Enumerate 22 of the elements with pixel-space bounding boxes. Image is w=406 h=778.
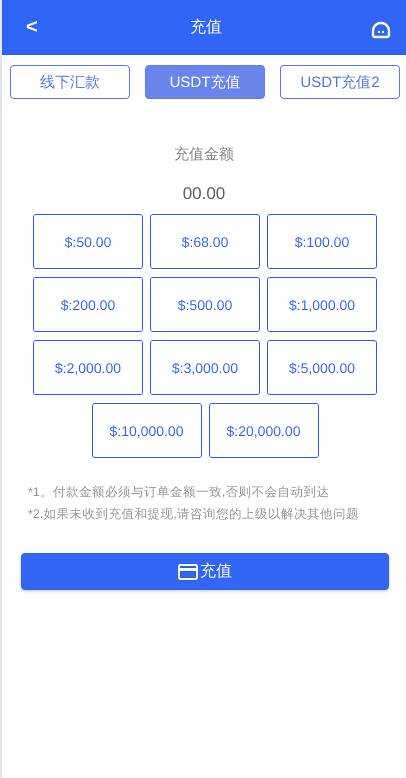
amount-option[interactable]: $:10,000.00 xyxy=(92,403,202,458)
amount-option[interactable]: $:2,000.00 xyxy=(33,340,143,395)
amount-value: 00.00 xyxy=(182,184,226,204)
back-button[interactable]: < xyxy=(22,16,42,39)
tab[interactable]: 线下汇款 xyxy=(10,65,130,99)
note-text: *1。付款金额必须与订单金额一致,否则不会自动到达 xyxy=(28,484,330,501)
amount-option[interactable]: $:50.00 xyxy=(33,214,143,269)
tab[interactable]: USDT充值2 xyxy=(280,65,400,99)
tab[interactable]: USDT充值 xyxy=(145,65,265,99)
amount-option[interactable]: $:5,000.00 xyxy=(267,340,377,395)
amount-option[interactable]: $:500.00 xyxy=(150,277,260,332)
page-title: 充值 xyxy=(190,18,222,38)
amount-option[interactable]: $:1,000.00 xyxy=(267,277,377,332)
amount-option[interactable]: $:200.00 xyxy=(33,277,143,332)
card-icon xyxy=(178,564,198,580)
recharge-button[interactable]: 充值 xyxy=(21,553,389,590)
amount-option[interactable]: $:20,000.00 xyxy=(208,403,318,458)
amount-option[interactable]: $:3,000.00 xyxy=(150,340,260,395)
amount-label: 充值金额 xyxy=(173,145,235,164)
note-text: *2.如果未收到充值和提现,请咨询您的上级以解决其他问题 xyxy=(28,506,360,523)
amount-option[interactable]: $:68.00 xyxy=(150,214,260,269)
amount-option[interactable]: $:100.00 xyxy=(267,214,377,269)
